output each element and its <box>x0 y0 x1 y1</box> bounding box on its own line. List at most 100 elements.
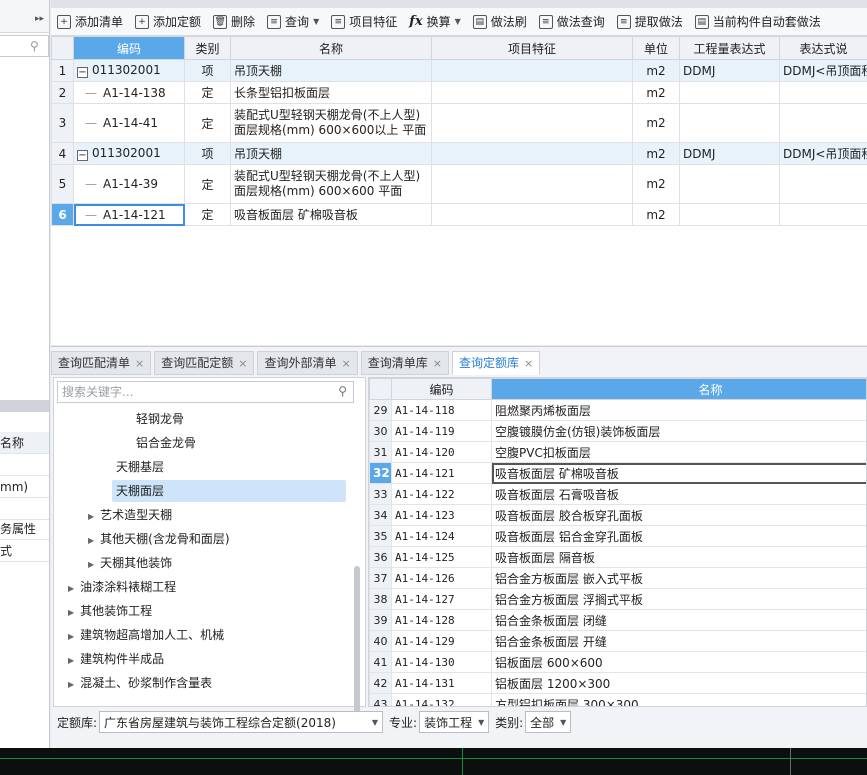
row-number[interactable]: 37 <box>369 567 392 589</box>
expand-arrow-icon[interactable]: ▶ <box>68 656 74 665</box>
code-cell[interactable]: A1-14-130 <box>391 651 492 673</box>
collapse-icon[interactable]: − <box>77 67 88 78</box>
name-cell[interactable]: 吸音板面层 矿棉吸音板 <box>491 462 866 484</box>
expr-desc-cell[interactable] <box>779 203 867 226</box>
quota-col-header[interactable]: 名称 <box>491 378 866 400</box>
toolbar-button-5[interactable]: fx 换算 ▼ <box>403 8 467 36</box>
tree-node[interactable]: 天棚基层 <box>54 456 350 478</box>
toolbar-button-6[interactable]: ▤ 做法刷 <box>467 8 533 36</box>
table-row[interactable]: 43 A1-14-132 方型铝扣板面层 300×300 <box>369 693 866 706</box>
code-cell[interactable]: A1-14-132 <box>391 693 492 706</box>
toolbar-button-2[interactable]: 🗑 删除 <box>207 8 261 36</box>
quota-lib-select[interactable]: 广东省房屋建筑与装饰工程综合定额(2018) ▼ <box>99 711 384 733</box>
name-cell[interactable]: 阻燃聚丙烯板面层 <box>491 399 866 421</box>
table-row[interactable]: 2 — A1-14-138 定长条型铝扣板面层 m2 <box>51 81 867 104</box>
code-cell[interactable]: A1-14-121 <box>391 462 492 484</box>
name-cell[interactable]: 吊顶天棚 <box>230 59 432 82</box>
bill-col-header[interactable]: 类别 <box>184 36 231 60</box>
tree-node[interactable]: ▶ 其他装饰工程 <box>54 600 350 622</box>
tree-node[interactable]: ▶ 天棚其他装饰 <box>54 552 350 574</box>
feature-cell[interactable] <box>431 164 633 204</box>
unit-cell[interactable]: m2 <box>632 81 680 104</box>
name-cell[interactable]: 铝板面层 1200×300 <box>491 672 866 694</box>
toolbar-button-3[interactable]: ≡ 查询 ▼ <box>261 8 325 36</box>
feature-cell[interactable] <box>431 142 633 165</box>
left-prop-row[interactable] <box>0 498 49 520</box>
tab-2[interactable]: 查询外部清单 × <box>257 351 358 375</box>
name-cell[interactable]: 方型铝扣板面层 300×300 <box>491 693 866 706</box>
feature-cell[interactable] <box>431 203 633 226</box>
table-row[interactable]: 31 A1-14-120 空腹PVC扣板面层 <box>369 441 866 463</box>
name-cell[interactable]: 铝合金方板面层 嵌入式平板 <box>491 567 866 589</box>
row-number[interactable]: 41 <box>369 651 392 673</box>
code-cell[interactable]: A1-14-119 <box>391 420 492 442</box>
row-number[interactable]: 40 <box>369 630 392 652</box>
table-row[interactable]: 5 — A1-14-39 定装配式U型轻钢天棚龙骨(不上人型) 面层规格(mm) 60… <box>51 164 867 204</box>
row-number[interactable]: 5 <box>51 164 74 204</box>
table-row[interactable]: 40 A1-14-129 铝合金条板面层 开缝 <box>369 630 866 652</box>
close-icon[interactable]: × <box>238 357 247 370</box>
table-row[interactable]: 39 A1-14-128 铝合金条板面层 闭缝 <box>369 609 866 631</box>
type-cell[interactable]: 定 <box>184 203 231 226</box>
tree-node[interactable]: ▶ 艺术造型天棚 <box>54 504 350 526</box>
row-number[interactable]: 38 <box>369 588 392 610</box>
expand-arrow-icon[interactable]: ▶ <box>68 632 74 641</box>
expand-arrow-icon[interactable]: ▶ <box>88 536 94 545</box>
expr-desc-cell[interactable] <box>779 81 867 104</box>
bill-col-header[interactable]: 工程量表达式 <box>679 36 780 60</box>
expr-cell[interactable]: DDMJ <box>679 142 780 165</box>
code-cell[interactable]: A1-14-129 <box>391 630 492 652</box>
row-number[interactable]: 2 <box>51 81 74 104</box>
feature-cell[interactable] <box>431 103 633 143</box>
table-row[interactable]: 34 A1-14-123 吸音板面层 胶合板穿孔面板 <box>369 504 866 526</box>
left-search-input[interactable]: ⚲ <box>0 35 49 57</box>
tree-node[interactable]: ▶ 建筑物超高增加人工、机械 <box>54 624 350 646</box>
expand-arrows-icon[interactable]: ▸▸ <box>35 14 44 24</box>
tree-scrollbar[interactable] <box>354 566 360 716</box>
name-cell[interactable]: 装配式U型轻钢天棚龙骨(不上人型) 面层规格(mm) 600×600以上 平面 <box>230 103 432 143</box>
row-number[interactable]: 4 <box>51 142 74 165</box>
row-number[interactable]: 34 <box>369 504 392 526</box>
major-select[interactable]: 装饰工程 ▼ <box>419 711 490 733</box>
table-row[interactable]: 4−011302001项吊顶天棚m2DDMJDDMJ<吊顶面积> <box>51 142 867 165</box>
expand-arrow-icon[interactable]: ▶ <box>68 608 74 617</box>
toolbar-button-4[interactable]: ≡ 项目特征 <box>325 8 403 36</box>
name-cell[interactable]: 铝板面层 600×600 <box>491 651 866 673</box>
left-prop-row[interactable]: mm) <box>0 476 49 498</box>
name-cell[interactable]: 铝合金条板面层 闭缝 <box>491 609 866 631</box>
expr-desc-cell[interactable]: DDMJ<吊顶面积> <box>779 59 867 82</box>
expand-arrow-icon[interactable]: ▶ <box>68 584 74 593</box>
unit-cell[interactable]: m2 <box>632 142 680 165</box>
expr-desc-cell[interactable] <box>779 164 867 204</box>
collapse-icon[interactable]: − <box>77 150 88 161</box>
bill-col-header[interactable]: 项目特征 <box>431 36 633 60</box>
code-cell[interactable]: A1-14-122 <box>391 483 492 505</box>
code-cell[interactable]: A1-14-125 <box>391 546 492 568</box>
bill-col-header[interactable]: 名称 <box>230 36 432 60</box>
name-cell[interactable]: 铝合金条板面层 开缝 <box>491 630 866 652</box>
quota-col-header[interactable]: 编码 <box>391 378 492 400</box>
name-cell[interactable]: 吊顶天棚 <box>230 142 432 165</box>
tab-1[interactable]: 查询匹配定额 × <box>154 351 255 375</box>
table-row[interactable]: 29 A1-14-118 阻燃聚丙烯板面层 <box>369 399 866 421</box>
table-row[interactable]: 36 A1-14-125 吸音板面层 隔音板 <box>369 546 866 568</box>
tree-node[interactable]: ▶ 油漆涂料裱糊工程 <box>54 576 350 598</box>
left-prop-row[interactable] <box>0 454 49 476</box>
tree-node[interactable]: ▶ 其他天棚(含龙骨和面层) <box>54 528 350 550</box>
name-cell[interactable]: 空腹PVC扣板面层 <box>491 441 866 463</box>
tab-4[interactable]: 查询定额库 × <box>451 351 541 375</box>
left-prop-row[interactable]: 式 <box>0 540 49 562</box>
code-cell[interactable]: A1-14-120 <box>391 441 492 463</box>
table-row[interactable]: 3 — A1-14-41 定装配式U型轻钢天棚龙骨(不上人型) 面层规格(mm) 60… <box>51 103 867 143</box>
table-row[interactable]: 42 A1-14-131 铝板面层 1200×300 <box>369 672 866 694</box>
expr-cell[interactable] <box>679 164 780 204</box>
bill-col-header[interactable]: 表达式说 <box>779 36 867 60</box>
unit-cell[interactable]: m2 <box>632 203 680 226</box>
code-cell[interactable]: −011302001 <box>73 59 185 82</box>
name-cell[interactable]: 装配式U型轻钢天棚龙骨(不上人型) 面层规格(mm) 600×600 平面 <box>230 164 432 204</box>
bill-col-header[interactable]: 编码 <box>73 36 185 60</box>
type-cell[interactable]: 项 <box>184 59 231 82</box>
row-number[interactable]: 1 <box>51 59 74 82</box>
code-cell[interactable]: A1-14-123 <box>391 504 492 526</box>
code-cell[interactable]: — A1-14-41 <box>73 103 185 143</box>
